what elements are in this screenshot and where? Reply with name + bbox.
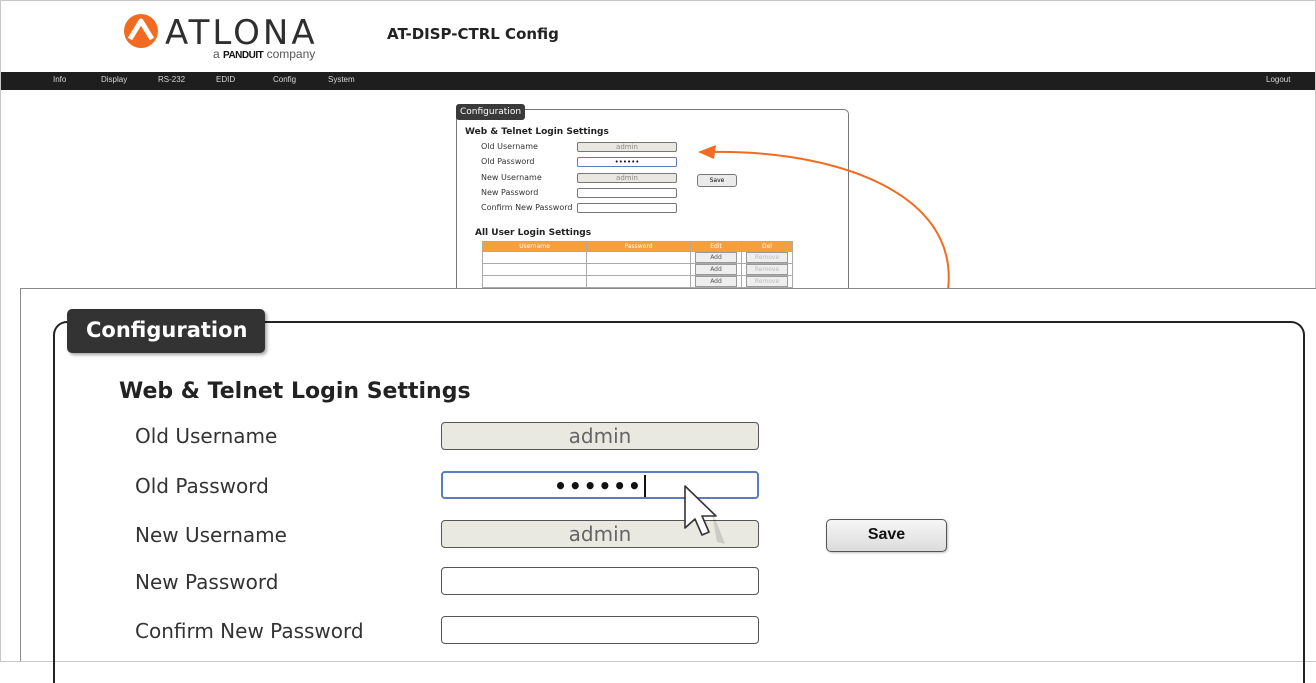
old-password-label: Old Password <box>135 474 269 498</box>
new-password-label-small: New Password <box>481 188 539 197</box>
nav-item-config[interactable]: Config <box>273 75 296 84</box>
logo-tagline: a PANDUIT company <box>213 47 316 61</box>
web-section-title: Web & Telnet Login Settings <box>119 379 471 404</box>
table-cell: Remove <box>741 275 793 288</box>
nav-item-rs232[interactable]: RS-232 <box>158 75 185 84</box>
table-cell[interactable] <box>482 275 587 288</box>
table-cell: Remove <box>741 251 793 264</box>
web-section-title-small: Web & Telnet Login Settings <box>465 127 609 137</box>
zoomed-view: Configuration Web & Telnet Login Setting… <box>20 288 1316 683</box>
remove-user-button: Remove <box>746 264 788 275</box>
nav-item-edid[interactable]: EDID <box>216 75 235 84</box>
table-cell[interactable] <box>586 263 691 276</box>
table-row: Add Remove <box>482 251 793 264</box>
old-username-label: Old Username <box>135 424 278 448</box>
user-table-header-del: Del <box>741 241 793 252</box>
new-password-field[interactable] <box>441 567 759 595</box>
old-username-field-small: admin <box>577 142 677 152</box>
page-title: AT-DISP-CTRL Config <box>387 25 559 43</box>
user-table: Username Password Edit Del Add Remove Ad… <box>482 241 793 288</box>
table-cell[interactable] <box>586 275 691 288</box>
user-table-header-edit: Edit <box>690 241 742 252</box>
header: ATLONA a PANDUIT company AT-DISP-CTRL Co… <box>1 1 1315 71</box>
new-password-label: New Password <box>135 570 279 594</box>
add-user-button[interactable]: Add <box>695 276 737 287</box>
remove-user-button: Remove <box>746 252 788 263</box>
config-legend-small: Configuration <box>456 104 526 120</box>
new-password-field-small[interactable] <box>577 188 677 198</box>
table-cell: Add <box>690 251 742 264</box>
user-table-header-password: Password <box>586 241 691 252</box>
table-row: Add Remove <box>482 263 793 276</box>
nav-bar: Info Display RS-232 EDID Config System L… <box>1 72 1315 90</box>
confirm-password-label-small: Confirm New Password <box>481 203 573 212</box>
table-cell: Add <box>690 263 742 276</box>
old-password-field-small[interactable]: •••••• <box>577 157 677 167</box>
remove-user-button: Remove <box>746 276 788 287</box>
table-cell[interactable] <box>482 251 587 264</box>
atlona-logo-icon <box>124 14 158 48</box>
old-username-label-small: Old Username <box>481 142 538 151</box>
old-password-label-small: Old Password <box>481 157 535 166</box>
logout-link[interactable]: Logout <box>1266 75 1290 84</box>
confirm-password-label: Confirm New Password <box>135 619 364 643</box>
table-cell[interactable] <box>482 263 587 276</box>
table-row: Add Remove <box>482 275 793 288</box>
nav-item-system[interactable]: System <box>328 75 355 84</box>
old-password-value: •••••• <box>554 474 643 498</box>
confirm-password-field[interactable] <box>441 616 759 644</box>
save-button[interactable]: Save <box>826 519 947 552</box>
config-legend: Configuration <box>67 309 266 353</box>
table-cell[interactable] <box>586 251 691 264</box>
mouse-pointer-icon <box>684 485 725 544</box>
nav-item-display[interactable]: Display <box>101 75 127 84</box>
table-cell: Add <box>690 275 742 288</box>
confirm-password-field-small[interactable] <box>577 203 677 213</box>
save-button-small[interactable]: Save <box>697 174 737 187</box>
table-cell: Remove <box>741 263 793 276</box>
old-username-field: admin <box>441 422 759 450</box>
config-panel-small: Configuration Web & Telnet Login Setting… <box>456 104 849 301</box>
new-username-label-small: New Username <box>481 173 542 182</box>
add-user-button[interactable]: Add <box>695 264 737 275</box>
new-username-field-small: admin <box>577 173 677 183</box>
atlona-logo: ATLONA a PANDUIT company <box>121 7 341 67</box>
user-table-header-username: Username <box>482 241 587 252</box>
nav-item-info[interactable]: Info <box>53 75 66 84</box>
add-user-button[interactable]: Add <box>695 252 737 263</box>
user-section-title: All User Login Settings <box>475 228 592 238</box>
new-username-label: New Username <box>135 523 287 547</box>
text-caret <box>643 475 646 497</box>
